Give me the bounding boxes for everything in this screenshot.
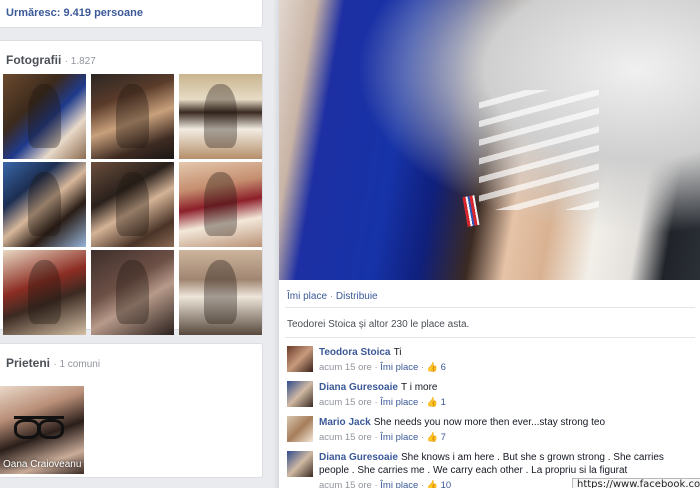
comment-time[interactable]: acum 15 ore	[319, 362, 372, 373]
action-separator: ·	[329, 291, 334, 302]
friends-title-label: Prieteni	[6, 356, 51, 370]
comment-text: T i more	[400, 382, 438, 393]
following-count[interactable]: Urmăresc: 9.419 persoane	[6, 7, 143, 19]
friend-tile[interactable]: Oana Craioveanu	[0, 386, 84, 474]
comment-like-count[interactable]: 1	[441, 397, 446, 408]
comment-like-link[interactable]: Îmi place	[380, 397, 418, 408]
comment-like-link[interactable]: Îmi place	[380, 362, 418, 373]
photo-thumb[interactable]	[91, 250, 174, 335]
comment-time[interactable]: acum 15 ore	[319, 480, 372, 488]
comment-author[interactable]: Diana Guresoaie	[319, 382, 398, 393]
friend-photo-image	[14, 416, 64, 439]
comment-author[interactable]: Teodora Stoica	[319, 347, 391, 358]
comment-like-count[interactable]: 6	[441, 362, 446, 373]
likes-summary[interactable]: Teodorei Stoica și altor 230 le place as…	[287, 319, 469, 330]
photo-grid	[3, 74, 262, 335]
following-card: Urmăresc: 9.419 persoane	[0, 0, 263, 28]
share-link[interactable]: Distribuie	[336, 291, 378, 302]
photo-detail	[479, 90, 599, 210]
comment-time[interactable]: acum 15 ore	[319, 432, 372, 443]
avatar[interactable]	[287, 451, 313, 477]
friends-mutual: · 1 comuni	[53, 359, 101, 370]
avatar[interactable]	[287, 416, 313, 442]
comment-like-link[interactable]: Îmi place	[380, 480, 418, 488]
comment-author[interactable]: Diana Guresoaie	[319, 452, 398, 463]
photos-title-label: Fotografii	[6, 53, 62, 67]
photos-count: · 1.827	[64, 56, 96, 67]
photo-thumb[interactable]	[91, 74, 174, 159]
divider	[285, 337, 695, 338]
photos-title[interactable]: Fotografii · 1.827	[6, 53, 96, 67]
comment-time[interactable]: acum 15 ore	[319, 397, 372, 408]
left-column: Urmăresc: 9.419 persoane Fotografii · 1.…	[0, 0, 263, 488]
following-number: 9.419 persoane	[63, 7, 143, 19]
thumbs-up-icon: 👍	[426, 397, 438, 407]
divider	[285, 307, 695, 308]
photo-thumb[interactable]	[179, 250, 262, 335]
comment-meta: acum 15 ore · Îmi place · 👍 1	[319, 397, 446, 408]
photo-detail	[462, 195, 480, 227]
comment-like-count[interactable]: 7	[441, 432, 446, 443]
following-label: Urmăresc:	[6, 7, 61, 19]
photo-thumb[interactable]	[179, 162, 262, 247]
comment-text: She needs you now more then ever...stay …	[373, 417, 606, 428]
main-photo[interactable]	[279, 0, 700, 280]
thumbs-up-icon: 👍	[426, 362, 438, 372]
like-link[interactable]: Îmi place	[287, 291, 327, 302]
comment-meta: acum 15 ore · Îmi place · 👍 6	[319, 362, 446, 373]
photo-thumb[interactable]	[3, 250, 86, 335]
photo-actions: Îmi place · Distribuie	[287, 291, 378, 302]
photo-thumb[interactable]	[91, 162, 174, 247]
friends-card: Prieteni · 1 comuni Oana Craioveanu	[0, 343, 263, 478]
comment-text: Ti	[393, 347, 402, 358]
friend-name: Oana Craioveanu	[3, 459, 82, 470]
avatar[interactable]	[287, 381, 313, 407]
avatar[interactable]	[287, 346, 313, 372]
photos-card: Fotografii · 1.827	[0, 40, 263, 335]
thumbs-up-icon: 👍	[426, 432, 438, 442]
comment-author[interactable]: Mario Jack	[319, 417, 371, 428]
photo-thumb[interactable]	[3, 162, 86, 247]
photo-viewer: Îmi place · Distribuie Teodorei Stoica ș…	[279, 0, 700, 488]
status-url: https://www.facebook.com	[572, 478, 700, 488]
photo-thumb[interactable]	[179, 74, 262, 159]
friends-title[interactable]: Prieteni · 1 comuni	[6, 356, 100, 370]
comment-meta: acum 15 ore · Îmi place · 👍 7	[319, 432, 446, 443]
photo-thumb[interactable]	[3, 74, 86, 159]
thumbs-up-icon: 👍	[426, 480, 438, 488]
comment-like-link[interactable]: Îmi place	[380, 432, 418, 443]
comment-like-count[interactable]: 10	[441, 480, 452, 488]
